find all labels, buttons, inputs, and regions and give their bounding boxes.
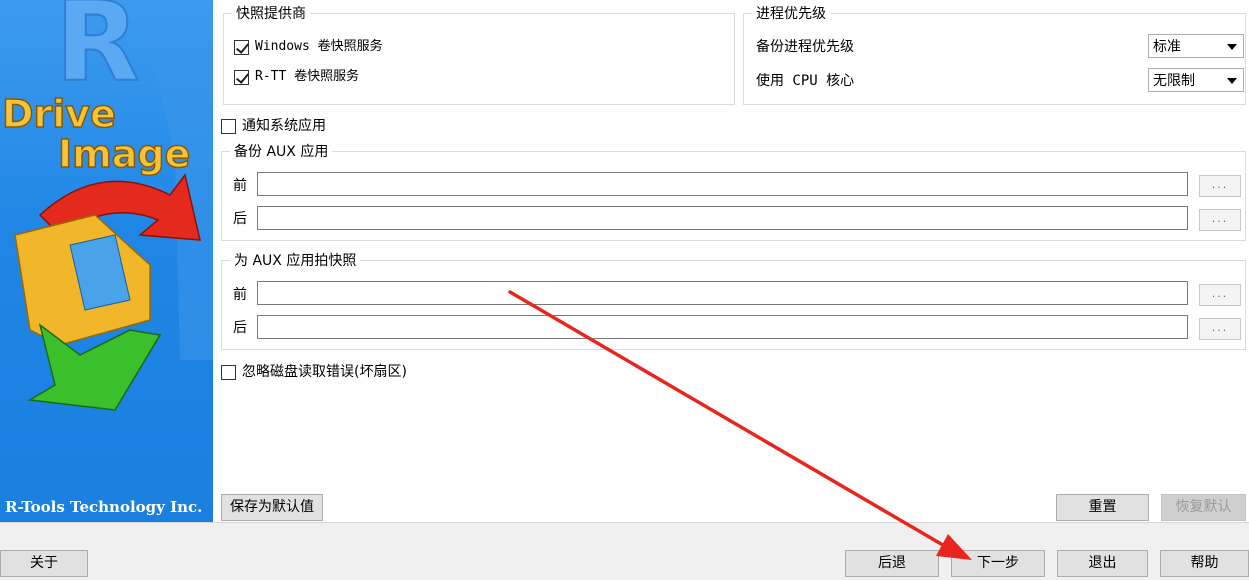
chevron-down-icon — [1227, 44, 1237, 50]
checkbox-box[interactable] — [234, 69, 249, 85]
cpu-cores-select[interactable]: 无限制 — [1148, 68, 1244, 92]
snapshot-provider-title: 快照提供商 — [232, 5, 310, 23]
logo-letter: R — [55, 0, 140, 106]
logo-word-image: Image — [58, 132, 190, 176]
r-drive-image-logo: R Drive Image — [1, 0, 213, 411]
restore-default-button[interactable]: 恢复默认 — [1161, 494, 1246, 521]
green-arrow-icon — [27, 323, 162, 411]
backup-aux-after-input[interactable] — [257, 206, 1188, 230]
reset-button[interactable]: 重置 — [1056, 494, 1149, 521]
backup-aux-before-browse-button[interactable]: ... — [1199, 175, 1241, 197]
help-button[interactable]: 帮助 — [1160, 550, 1249, 577]
rtt-vss-checkbox[interactable]: R-TT 卷快照服务 — [234, 68, 359, 86]
backup-priority-value: 标准 — [1153, 39, 1181, 55]
about-button[interactable]: 关于 — [0, 550, 88, 577]
checkbox-box[interactable] — [234, 39, 249, 55]
save-default-button[interactable]: 保存为默认值 — [221, 494, 323, 521]
rtt-vss-label: R-TT 卷快照服务 — [255, 69, 360, 84]
back-button[interactable]: 后退 — [845, 550, 939, 577]
settings-panel: 快照提供商 Windows 卷快照服务 R-TT 卷快照服务 进程优先级 备份进… — [213, 0, 1249, 522]
snapshot-provider-group: 快照提供商 — [223, 5, 735, 105]
ignore-errors-checkbox[interactable]: 忽略磁盘读取错误(坏扇区) — [221, 363, 407, 381]
next-button[interactable]: 下一步 — [951, 550, 1045, 577]
snapshot-aux-title: 为 AUX 应用拍快照 — [230, 252, 361, 270]
chevron-down-icon — [1227, 78, 1237, 84]
snapshot-aux-before-input[interactable] — [257, 281, 1188, 305]
snapshot-aux-after-input[interactable] — [257, 315, 1188, 339]
backup-aux-before-label: 前 — [233, 178, 247, 194]
backup-aux-title: 备份 AUX 应用 — [230, 143, 333, 161]
cpu-cores-value: 无限制 — [1153, 73, 1195, 89]
checkbox-box[interactable] — [221, 118, 236, 134]
windows-vss-checkbox[interactable]: Windows 卷快照服务 — [234, 38, 383, 56]
cpu-cores-label: 使用 CPU 核心 — [756, 73, 855, 89]
snapshot-aux-after-browse-button[interactable]: ... — [1199, 318, 1241, 340]
notify-apps-checkbox[interactable]: 通知系统应用 — [221, 117, 326, 135]
backup-priority-select[interactable]: 标准 — [1148, 34, 1244, 58]
backup-aux-after-browse-button[interactable]: ... — [1199, 209, 1241, 231]
logo-word-drive: Drive — [2, 92, 116, 136]
backup-aux-before-input[interactable] — [257, 172, 1188, 196]
snapshot-aux-after-label: 后 — [233, 320, 247, 336]
windows-vss-label: Windows 卷快照服务 — [255, 39, 383, 54]
backup-aux-after-label: 后 — [233, 211, 247, 227]
snapshot-aux-before-label: 前 — [233, 287, 247, 303]
checkbox-box[interactable] — [221, 364, 236, 380]
brand-panel: R Drive Image R-Tools Technology Inc. — [0, 0, 213, 522]
exit-button[interactable]: 退出 — [1057, 550, 1148, 577]
process-priority-title: 进程优先级 — [752, 5, 830, 23]
brand-footer: R-Tools Technology Inc. — [5, 498, 203, 516]
backup-priority-label: 备份进程优先级 — [756, 39, 854, 55]
snapshot-aux-before-browse-button[interactable]: ... — [1199, 284, 1241, 306]
notify-apps-label: 通知系统应用 — [242, 118, 326, 134]
ignore-errors-label: 忽略磁盘读取错误(坏扇区) — [242, 364, 407, 380]
